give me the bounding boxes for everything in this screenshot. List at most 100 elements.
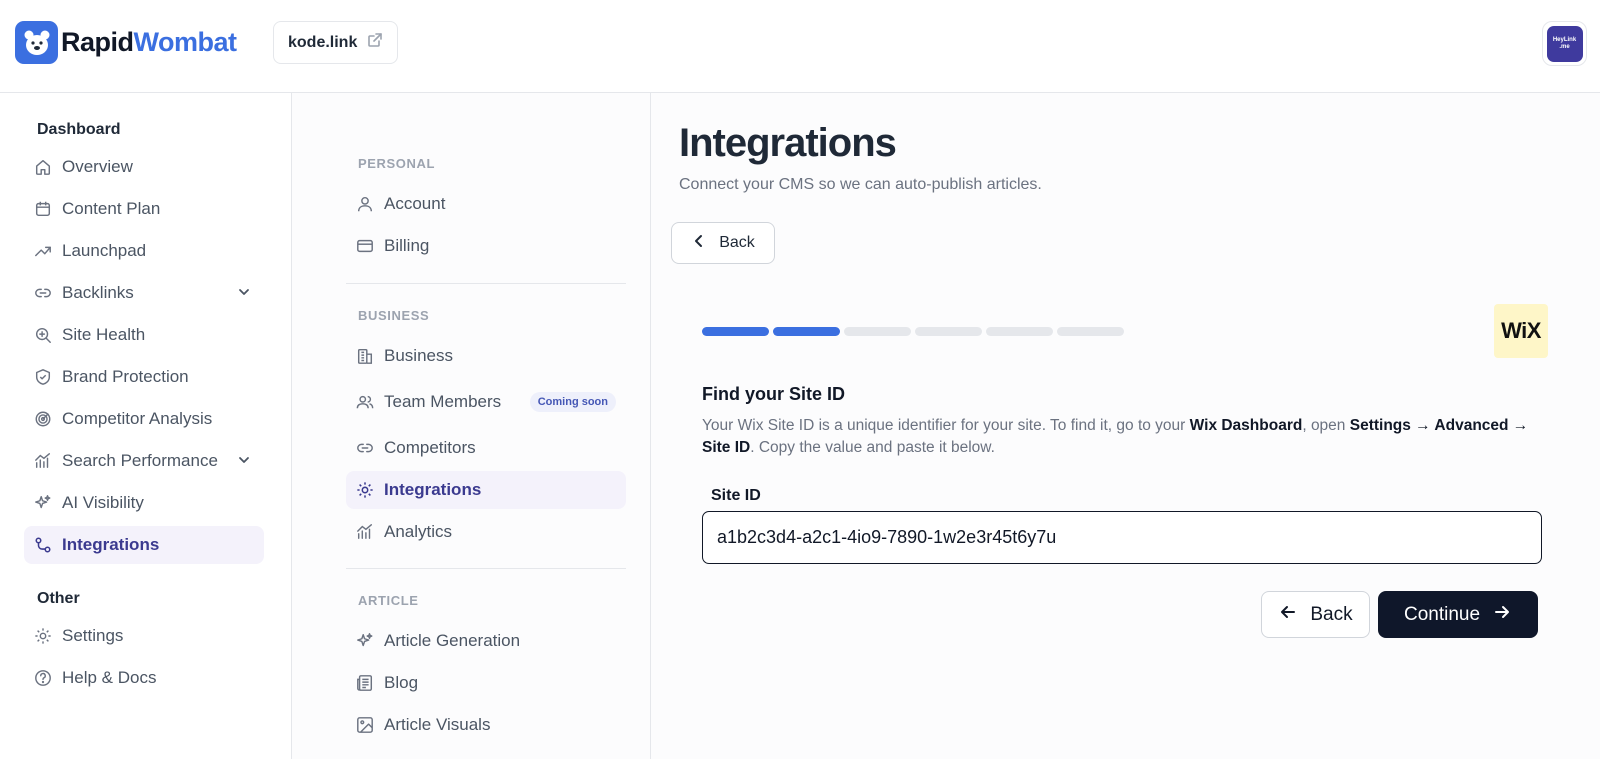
sidebar-item-label: Settings — [62, 626, 124, 645]
subnav-item-competitors[interactable]: Competitors — [346, 429, 626, 467]
brand-logo[interactable]: RapidWombat — [15, 21, 237, 64]
page-subtitle: Connect your CMS so we can auto-publish … — [679, 176, 1042, 193]
sidebar-item-competitor-analysis[interactable]: Competitor Analysis — [24, 400, 264, 438]
chart-icon — [355, 522, 375, 542]
sidebar-item-backlinks[interactable]: Backlinks — [24, 274, 264, 312]
subnav-item-label: Billing — [384, 236, 430, 255]
site-selector-button[interactable]: kode.link — [273, 21, 399, 64]
trending-up-icon — [33, 241, 53, 261]
sidebar-item-content-plan[interactable]: Content Plan — [24, 190, 264, 228]
sidebar-item-label: Backlinks — [62, 283, 134, 302]
wix-logo: WiX — [1494, 304, 1548, 358]
back-button-label: Back — [719, 234, 755, 251]
site-id-label: Site ID — [711, 487, 761, 504]
continue-button-label: Continue — [1403, 603, 1481, 625]
chart-icon — [33, 451, 53, 471]
back-button-top[interactable]: Back — [671, 222, 775, 264]
sidebar-item-label: Help & Docs — [62, 668, 157, 687]
sidebar-item-settings[interactable]: Settings — [24, 617, 264, 655]
subnav-item-label: Account — [384, 194, 446, 213]
subnav-section-business: BUSINESS — [358, 308, 430, 323]
chevron-left-icon — [691, 233, 707, 254]
avatar-line1: HeyLink — [1552, 36, 1577, 43]
progress-step-2 — [773, 327, 840, 336]
building-icon — [355, 346, 375, 366]
calendar-icon — [33, 199, 53, 219]
sidebar-item-search-performance[interactable]: Search Performance — [24, 442, 264, 480]
subnav-item-analytics[interactable]: Analytics — [346, 513, 626, 551]
sidebar-item-label: Content Plan — [62, 199, 161, 218]
settings-subnav: PERSONAL Account Billing BUSINESS Busine… — [292, 93, 651, 759]
sidebar-section-dashboard: Dashboard — [37, 121, 121, 138]
subnav-item-business[interactable]: Business — [346, 337, 626, 375]
progress-step-1 — [702, 327, 769, 336]
user-avatar-button[interactable]: HeyLink .me — [1542, 21, 1587, 66]
subnav-item-blog[interactable]: Blog — [346, 664, 626, 702]
external-link-icon — [367, 32, 383, 53]
avatar: HeyLink .me — [1546, 25, 1583, 62]
site-id-input[interactable] — [702, 511, 1542, 564]
sidebar-item-site-health[interactable]: Site Health — [24, 316, 264, 354]
subnav-item-label: Article Generation — [384, 631, 521, 650]
sidebar-item-label: Launchpad — [62, 241, 147, 260]
shield-icon — [33, 367, 53, 387]
sidebar: Dashboard Overview Content Plan Launchpa… — [0, 93, 292, 759]
subnav-section-article: ARTICLE — [358, 593, 419, 608]
radar-icon — [33, 409, 53, 429]
sidebar-item-label: Brand Protection — [62, 367, 189, 386]
subnav-divider — [346, 283, 626, 284]
chevron-down-icon[interactable] — [236, 452, 252, 473]
progress-step-5 — [986, 327, 1053, 336]
sidebar-item-label: Integrations — [62, 535, 160, 554]
gear-icon — [355, 480, 375, 500]
sidebar-item-label: AI Visibility — [62, 493, 144, 512]
progress-step-3 — [844, 327, 911, 336]
desc-bold-dashboard: Wix Dashboard — [1189, 417, 1303, 434]
sidebar-item-label: Competitor Analysis — [62, 409, 213, 428]
back-button-label: Back — [1310, 603, 1353, 625]
sparkles-icon — [355, 631, 375, 651]
subnav-item-label: Article Visuals — [384, 715, 491, 734]
subnav-item-integrations[interactable]: Integrations — [346, 471, 626, 509]
brand-name-part1: Rapid — [61, 27, 134, 57]
help-icon — [33, 668, 53, 688]
sidebar-item-label: Site Health — [62, 325, 146, 344]
progress-step-6 — [1057, 327, 1124, 336]
progress-step-4 — [915, 327, 982, 336]
step-title: Find your Site ID — [702, 384, 846, 404]
subnav-divider — [346, 568, 626, 569]
desc-part3: . Copy the value and paste it below. — [750, 439, 995, 456]
subnav-item-billing[interactable]: Billing — [346, 227, 626, 265]
subnav-item-label: Integrations — [384, 480, 482, 499]
gear-icon — [33, 626, 53, 646]
continue-button[interactable]: Continue — [1378, 591, 1538, 638]
desc-part2: , open — [1302, 417, 1350, 434]
sidebar-item-help-docs[interactable]: Help & Docs — [24, 659, 264, 697]
coming-soon-badge: Coming soon — [529, 392, 616, 412]
subnav-item-label: Team Members — [384, 392, 502, 411]
sidebar-item-ai-visibility[interactable]: AI Visibility — [24, 484, 264, 522]
subnav-item-account[interactable]: Account — [346, 185, 626, 223]
subnav-item-article-generation[interactable]: Article Generation — [346, 622, 626, 660]
link-icon — [33, 283, 53, 303]
back-button[interactable]: Back — [1261, 591, 1370, 638]
avatar-line2: .me — [1559, 43, 1570, 50]
chevron-down-icon[interactable] — [236, 284, 252, 305]
subnav-section-personal: PERSONAL — [358, 156, 436, 171]
users-icon — [355, 392, 375, 412]
sidebar-item-brand-protection[interactable]: Brand Protection — [24, 358, 264, 396]
page-title: Integrations — [679, 121, 897, 165]
newspaper-icon — [355, 673, 375, 693]
step-progress — [702, 327, 1124, 336]
sidebar-item-launchpad[interactable]: Launchpad — [24, 232, 264, 270]
sidebar-item-label: Search Performance — [62, 451, 218, 470]
brand-name-part2: Wombat — [133, 27, 238, 57]
subnav-item-team-members[interactable]: Team Members Coming soon — [346, 383, 626, 421]
main-area: PERSONAL Account Billing BUSINESS Busine… — [292, 93, 1600, 759]
top-bar: RapidWombat kode.link HeyLink .me — [0, 0, 1600, 93]
subnav-item-article-visuals[interactable]: Article Visuals — [346, 706, 626, 744]
user-icon — [355, 194, 375, 214]
sidebar-item-overview[interactable]: Overview — [24, 148, 264, 186]
sidebar-item-integrations[interactable]: Integrations — [24, 526, 264, 564]
subnav-item-label: Analytics — [384, 522, 453, 541]
